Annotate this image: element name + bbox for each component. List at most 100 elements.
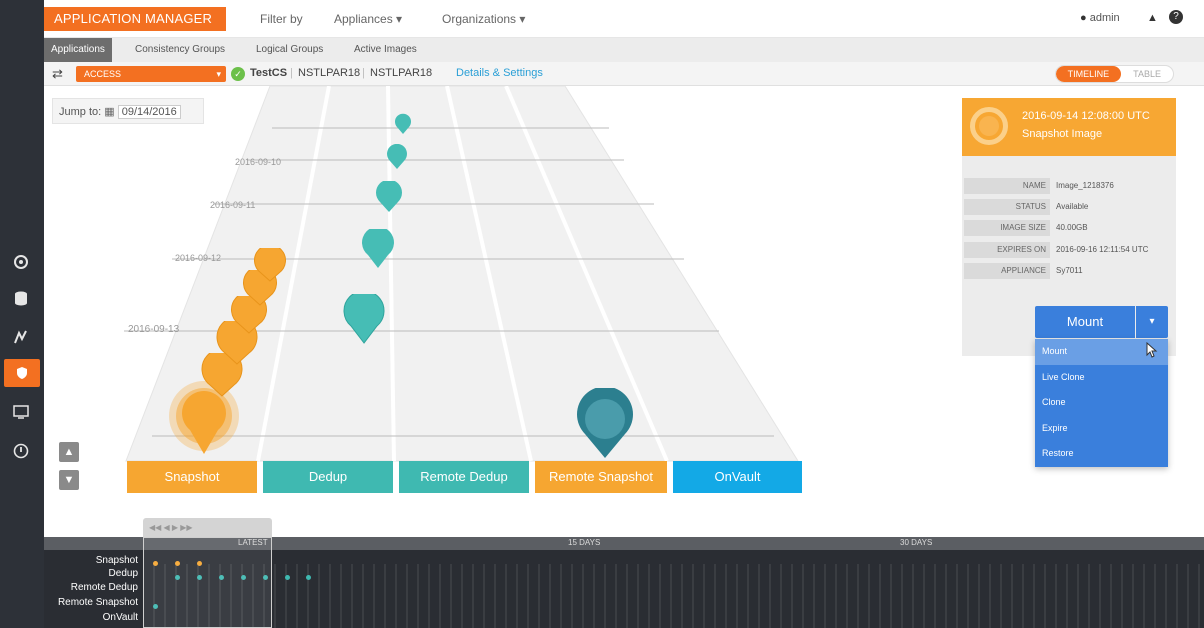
chevron-down-icon: ▾ [1149, 316, 1155, 327]
ruler-15-days: 15 DAYS [568, 538, 601, 547]
breadcrumb: ⇄ ACCESS ▾ ✓ TestCS | NSTLPAR18 | NSTLPA… [44, 62, 1204, 86]
snapshot-type-icon [970, 107, 1008, 145]
dedup-pin[interactable] [360, 229, 396, 269]
lane-remote-dedup[interactable]: Remote Dedup [399, 461, 529, 493]
snapshot-pin[interactable] [252, 248, 288, 282]
detail-row: STATUS Available [962, 199, 1176, 215]
organizations-menu[interactable]: Organizations ▾ [442, 12, 525, 26]
dedup-pin[interactable] [393, 113, 413, 135]
shield-nav-icon[interactable] [4, 359, 40, 387]
image-type: Snapshot Image [1022, 128, 1103, 140]
back-arrow-icon[interactable]: ⇄ [52, 66, 63, 82]
lane-date-label: 2016-09-11 [210, 200, 256, 210]
monitor-icon[interactable] [10, 401, 32, 423]
detail-value: Image_1218376 [1056, 181, 1114, 190]
dedup-pin[interactable] [342, 294, 386, 344]
row-label-remote-dedup: Remote Dedup [70, 582, 138, 593]
chevron-down-icon: ▾ [216, 69, 221, 79]
menu-item-clone[interactable]: Clone [1035, 390, 1168, 416]
user-icon: ● [1080, 12, 1087, 24]
row-label-snapshot: Snapshot [95, 555, 138, 566]
scroll-down-button[interactable]: ▼ [59, 470, 79, 490]
detail-row: APPLIANCE Sy7011 [962, 263, 1176, 279]
detail-key: IMAGE SIZE [964, 220, 1050, 236]
lane-remote-snapshot[interactable]: Remote Snapshot [535, 461, 667, 493]
lane-snapshot[interactable]: Snapshot [127, 461, 257, 493]
scroll-up-button[interactable]: ▲ [59, 442, 79, 462]
tab-applications[interactable]: Applications [44, 38, 112, 62]
appliances-menu[interactable]: Appliances ▾ [334, 12, 402, 26]
protected-shield-icon: ✓ [231, 67, 245, 81]
application-select-value: ACCESS [84, 69, 122, 79]
left-rail [0, 0, 44, 628]
row-label-dedup: Dedup [108, 568, 138, 579]
detail-key: NAME [964, 178, 1050, 194]
detail-row: NAME Image_1218376 [962, 178, 1176, 194]
detail-key: STATUS [964, 199, 1050, 215]
user-menu[interactable]: ● admin [1080, 12, 1120, 24]
detail-row: IMAGE SIZE 40.00GB [962, 220, 1176, 236]
detail-value: 2016-09-16 12:11:54 UTC [1056, 245, 1149, 254]
lane-date-label: 2016-09-10 [235, 157, 282, 167]
menu-item-restore[interactable]: Restore [1035, 441, 1168, 467]
lane-date-label: 2016-09-13 [128, 324, 180, 335]
image-details-header: 2016-09-14 12:08:00 UTC Snapshot Image [962, 98, 1176, 156]
database-icon[interactable] [10, 288, 32, 310]
lane-date-label: 2016-09-12 [175, 253, 222, 263]
mouse-pointer-icon [1146, 342, 1158, 358]
host-name-2: NSTLPAR18 [370, 67, 433, 79]
detail-row: EXPIRES ON 2016-09-16 12:11:54 UTC [962, 242, 1176, 258]
mount-dropdown-toggle[interactable]: ▾ [1136, 306, 1168, 338]
app-root: APPLICATION MANAGER Filter by Appliances… [0, 0, 1204, 628]
user-name: admin [1089, 12, 1120, 24]
mini-dot-dedup[interactable] [306, 575, 311, 580]
timeline-scrubber-window[interactable] [143, 537, 272, 628]
image-details-panel: 2016-09-14 12:08:00 UTC Snapshot Image N… [962, 98, 1176, 356]
row-label-remote-snapshot: Remote Snapshot [57, 597, 138, 608]
host-name-1: NSTLPAR18 [298, 67, 361, 79]
tab-active-images[interactable]: Active Images [347, 38, 424, 62]
lane-onvault[interactable]: OnVault [673, 461, 802, 493]
sub-nav: Applications Consistency Groups Logical … [44, 38, 1204, 62]
workflow-icon[interactable] [10, 326, 32, 348]
jump-to: Jump to: ▦ 09/14/2016 [52, 98, 204, 124]
separator: | [362, 67, 365, 79]
dedup-pin[interactable] [374, 181, 404, 213]
top-bar: APPLICATION MANAGER Filter by Appliances… [44, 0, 1204, 38]
scrubber-arrows: ◀◀ ◀ ▶ ▶▶ [149, 523, 193, 532]
calendar-icon[interactable]: ▦ [104, 106, 114, 118]
detail-key: APPLIANCE [964, 263, 1050, 279]
detail-key: EXPIRES ON [964, 242, 1050, 258]
jump-date-input[interactable]: 09/14/2016 [117, 105, 181, 119]
view-toggle: TIMELINE TABLE [1054, 65, 1174, 83]
application-select[interactable]: ACCESS ▾ [76, 66, 226, 82]
image-timestamp: 2016-09-14 12:08:00 UTC [1022, 110, 1150, 122]
timeline-toggle[interactable]: TIMELINE [1055, 66, 1122, 82]
jump-label: Jump to: [59, 106, 102, 118]
row-label-onvault: OnVault [102, 612, 138, 623]
separator: | [290, 67, 293, 79]
remote-snapshot-pin[interactable] [573, 388, 637, 460]
details-settings-link[interactable]: Details & Settings [456, 67, 543, 79]
mini-dot-dedup[interactable] [285, 575, 290, 580]
detail-value: Available [1056, 202, 1089, 211]
menu-item-expire[interactable]: Expire [1035, 416, 1168, 442]
app-brand[interactable]: APPLICATION MANAGER [44, 7, 226, 31]
lane-dedup[interactable]: Dedup [263, 461, 393, 493]
mount-action-menu: Mount Live Clone Clone Expire Restore [1035, 339, 1168, 467]
detail-value: 40.00GB [1056, 223, 1088, 232]
menu-item-live-clone[interactable]: Live Clone [1035, 365, 1168, 391]
table-toggle[interactable]: TABLE [1121, 66, 1173, 82]
ruler-30-days: 30 DAYS [900, 538, 933, 547]
app-name: TestCS [250, 67, 288, 79]
tab-logical-groups[interactable]: Logical Groups [249, 38, 330, 62]
mount-button[interactable]: Mount [1035, 306, 1135, 338]
help-icon[interactable]: ? [1169, 10, 1183, 24]
detail-value: Sy7011 [1056, 266, 1083, 275]
power-icon[interactable] [10, 440, 32, 462]
dedup-pin[interactable] [385, 144, 409, 170]
notification-bell-icon[interactable]: ▲ [1147, 12, 1158, 24]
dashboard-icon[interactable] [10, 251, 32, 273]
filter-by-menu[interactable]: Filter by [260, 12, 303, 26]
tab-consistency-groups[interactable]: Consistency Groups [128, 38, 232, 62]
